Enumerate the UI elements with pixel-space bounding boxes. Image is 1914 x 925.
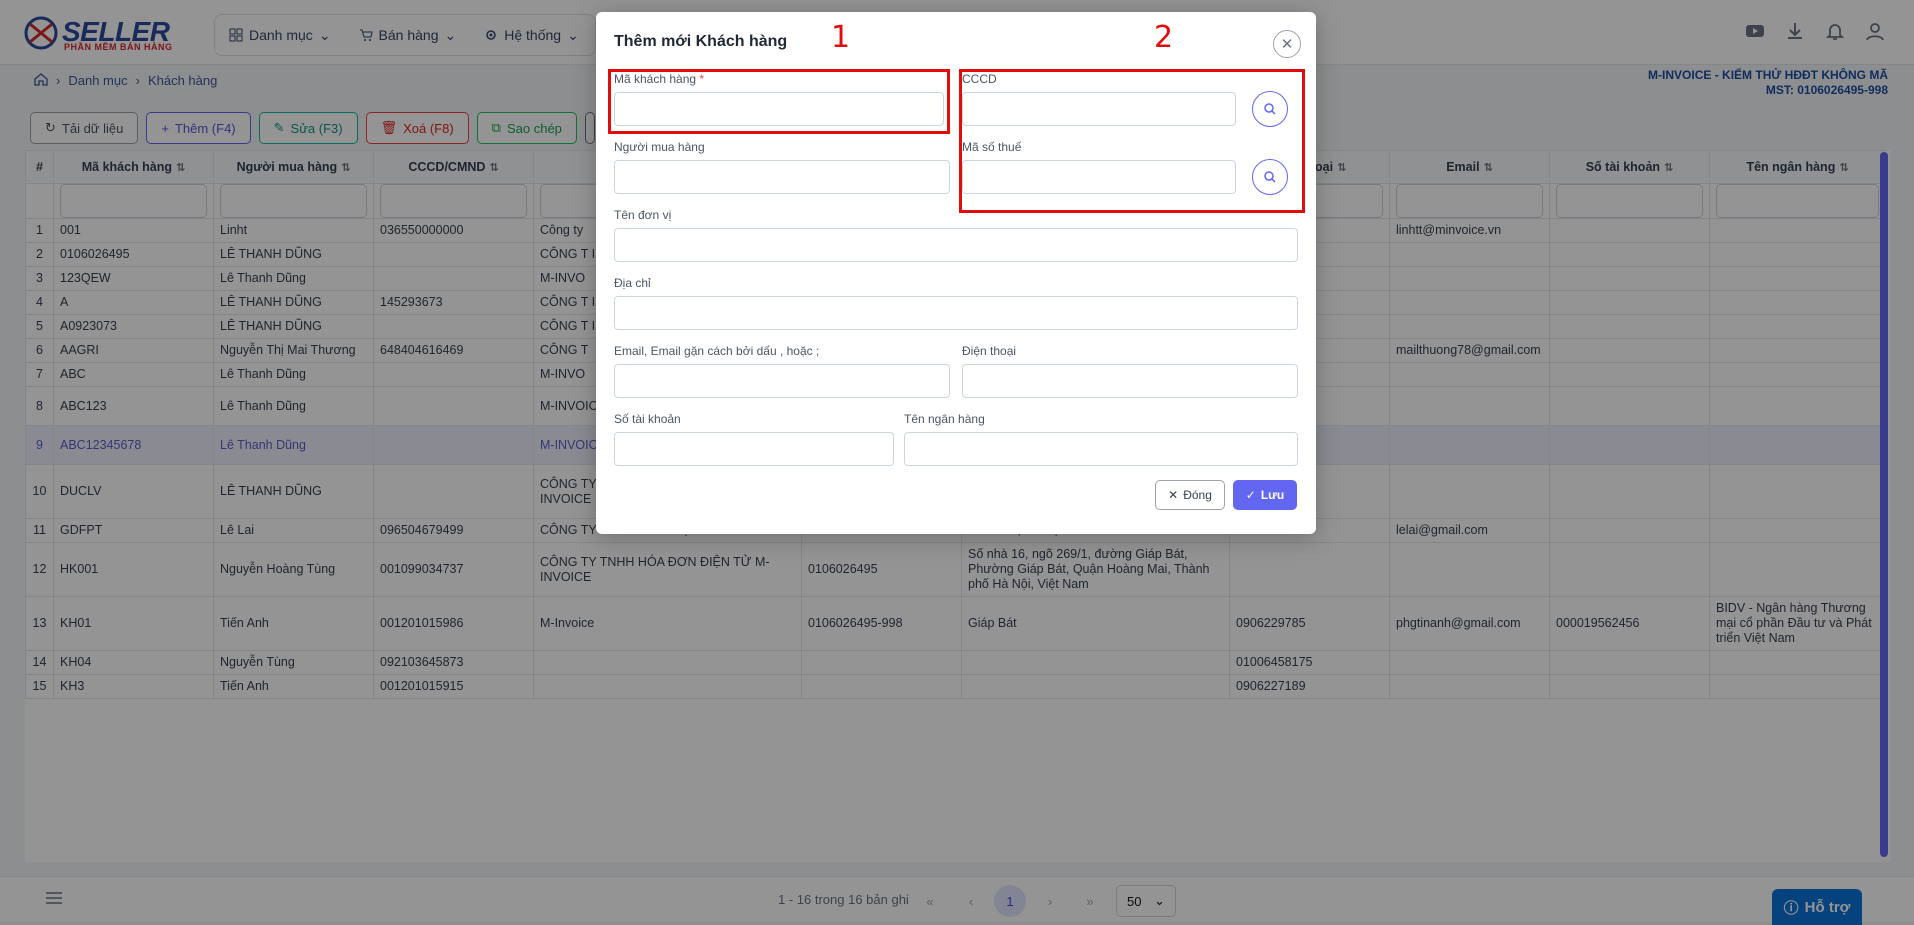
modal-title: Thêm mới Khách hàng (614, 33, 788, 50)
buyer-input[interactable] (614, 160, 950, 194)
save-label: Lưu (1260, 488, 1285, 502)
close-button[interactable]: ✕ Đóng (1155, 480, 1225, 510)
close-icon[interactable]: ✕ (1273, 30, 1301, 58)
email-input[interactable] (614, 364, 950, 398)
unit-name-label: Tên đơn vị (614, 208, 672, 222)
annotation-label-1: 1 (831, 20, 851, 55)
x-icon: ✕ (1168, 488, 1179, 502)
unit-name-input[interactable] (614, 228, 1298, 262)
phone-label: Điện thoại (962, 344, 1017, 358)
bank-name-label: Tên ngân hàng (904, 412, 985, 426)
save-button[interactable]: ✓ Lưu (1233, 480, 1297, 510)
annotation-label-2: 2 (1154, 20, 1174, 55)
buyer-label: Người mua hàng (614, 140, 705, 154)
add-customer-modal: Thêm mới Khách hàng ✕ Mã khách hàng * CC… (596, 12, 1316, 534)
bank-name-input[interactable] (904, 432, 1298, 466)
annotation-box-1 (608, 69, 950, 134)
app: SELLER PHẦN MỀM BÁN HÀNG Danh mục ⌄ Bán … (0, 0, 1914, 925)
email-label: Email, Email gặn cách bởi dấu , hoặc ; (614, 344, 820, 358)
account-no-input[interactable] (614, 432, 894, 466)
annotation-box-2 (959, 69, 1305, 213)
account-no-label: Số tài khoản (614, 412, 681, 426)
close-label: Đóng (1183, 488, 1212, 502)
address-input[interactable] (614, 296, 1298, 330)
address-label: Địa chỉ (614, 276, 651, 290)
check-icon: ✓ (1245, 488, 1256, 502)
phone-input[interactable] (962, 364, 1298, 398)
